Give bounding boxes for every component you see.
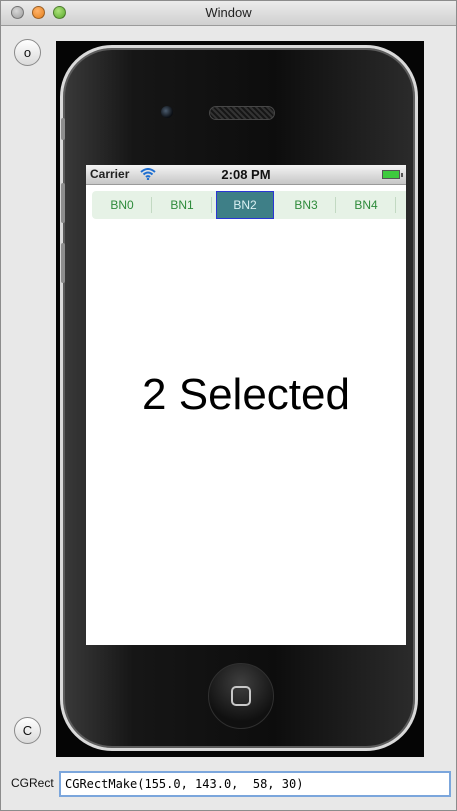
top-side-button[interactable]: o: [14, 39, 41, 66]
mute-switch: [61, 118, 65, 140]
volume-down-button: [61, 243, 65, 283]
phone-screen: Carrier 2:08 PM BN0 BN1 BN2 BN3 BN4 2 Se…: [86, 165, 406, 645]
simulator-stage: Carrier 2:08 PM BN0 BN1 BN2 BN3 BN4 2 Se…: [56, 41, 424, 757]
home-button[interactable]: [208, 663, 274, 729]
tab-bn4[interactable]: BN4: [336, 191, 396, 219]
status-bar: Carrier 2:08 PM: [86, 165, 406, 185]
tab-bn1-label: BN1: [170, 198, 194, 212]
tab-bn1[interactable]: BN1: [152, 191, 212, 219]
volume-up-button: [61, 183, 65, 223]
home-square-icon: [231, 686, 251, 706]
battery-icon: [382, 170, 403, 179]
tab-bn0-label: BN0: [110, 198, 134, 212]
tab-bn2[interactable]: BN2: [216, 191, 274, 219]
tab-separator: [395, 197, 396, 213]
tab-bn3-label: BN3: [294, 198, 318, 212]
tab-bn0[interactable]: BN0: [92, 191, 152, 219]
earpiece-speaker: [209, 106, 275, 120]
tab-bn3[interactable]: BN3: [276, 191, 336, 219]
title-bar[interactable]: Window: [1, 1, 456, 26]
segmented-tab-bar: BN0 BN1 BN2 BN3 BN4: [92, 191, 406, 219]
bottom-side-button[interactable]: C: [14, 717, 41, 744]
selected-status-text: 2 Selected: [142, 370, 350, 419]
tab-bn2-label: BN2: [233, 198, 257, 212]
window-title: Window: [205, 5, 252, 20]
status-time: 2:08 PM: [221, 167, 271, 182]
tab-bn4-label: BN4: [354, 198, 378, 212]
cgrect-input[interactable]: [59, 771, 451, 797]
front-camera-icon: [161, 106, 173, 118]
app-window: Window o C Carrier 2:08 PM BN0 BN1 BN2 B…: [0, 0, 457, 811]
cgrect-label: CGRect: [11, 776, 54, 790]
tab-separator: [211, 197, 212, 213]
iphone-frame: Carrier 2:08 PM BN0 BN1 BN2 BN3 BN4 2 Se…: [60, 45, 418, 751]
